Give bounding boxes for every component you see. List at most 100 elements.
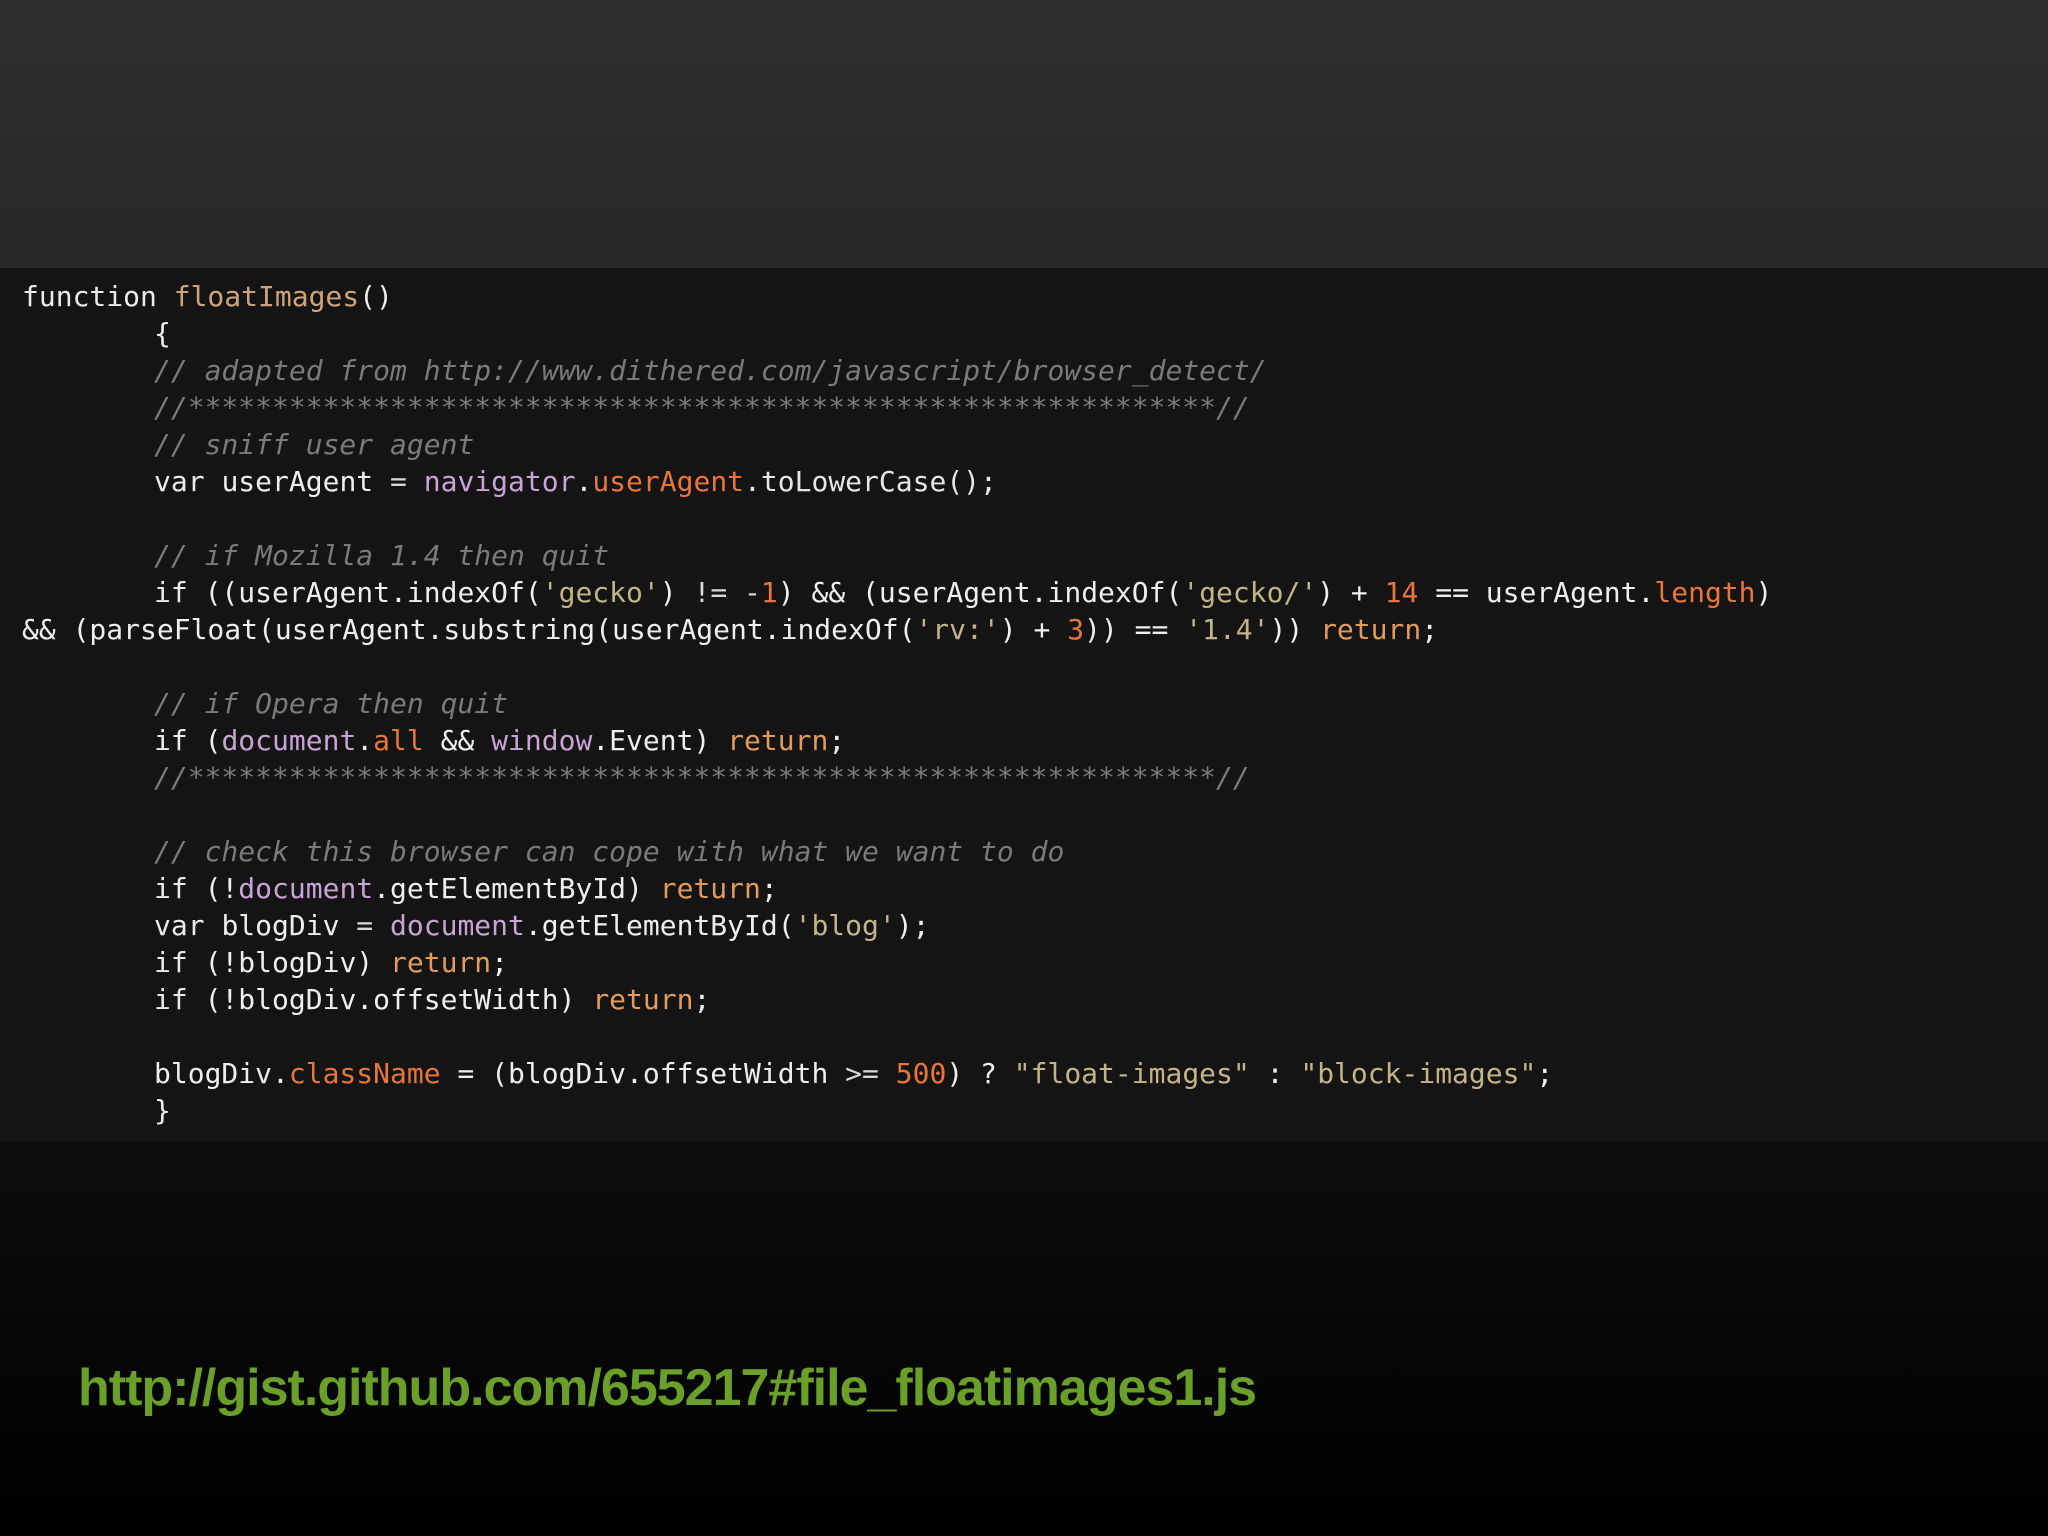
code-token: ; [1421, 613, 1439, 646]
code-token: 'gecko' [541, 576, 660, 609]
code-line-content: //**************************************… [154, 389, 1250, 426]
code-token: .Event) [592, 724, 728, 757]
code-line-content: // sniff user agent [154, 426, 474, 463]
code-token: 14 [1384, 576, 1419, 609]
code-token: 'rv:' [915, 613, 1000, 646]
code-token: userAgent [592, 465, 745, 498]
code-line: //**************************************… [0, 389, 2048, 426]
code-line-content: function floatImages() [22, 278, 393, 315]
code-token: var [154, 465, 222, 498]
code-token: "float-images" [1013, 1057, 1250, 1090]
code-line: //**************************************… [0, 759, 2048, 796]
code-line-content: } [154, 1092, 171, 1129]
code-line-content: if (!blogDiv.offsetWidth) return; [154, 981, 710, 1018]
code-line: // adapted from http://www.dithered.com/… [0, 352, 2048, 389]
code-token: . [356, 724, 374, 757]
code-token: ) [659, 576, 694, 609]
code-token: (!blogDiv) [204, 946, 391, 979]
code-line-content: var blogDiv = document.getElementById('b… [154, 907, 929, 944]
code-token: != - [693, 576, 761, 609]
code-line-content: var userAgent = navigator.userAgent.toLo… [154, 463, 997, 500]
code-token: var [154, 909, 222, 942]
code-line: // sniff user agent [0, 426, 2048, 463]
code-token: : [1249, 1057, 1301, 1090]
code-token: } [154, 1094, 171, 1127]
code-token: ) [1755, 576, 1773, 609]
code-token: 1 [760, 576, 778, 609]
code-line-content: if (document.all && window.Event) return… [154, 722, 845, 759]
code-token: return [592, 983, 694, 1016]
code-token: // sniff user agent [154, 428, 475, 461]
code-line: if ((userAgent.indexOf('gecko') != -1) &… [0, 574, 2048, 611]
code-token: 'blog' [794, 909, 896, 942]
code-token: '1.4' [1185, 613, 1270, 646]
code-token: all [373, 724, 424, 757]
code-token: document [390, 909, 525, 942]
code-token: ) ? [946, 1057, 1014, 1090]
code-token: ( [204, 724, 222, 757]
code-token: && [423, 724, 492, 757]
code-token: document [221, 724, 357, 757]
code-token: (!blogDiv.offsetWidth) [204, 983, 593, 1016]
code-token: ; [693, 983, 711, 1016]
code-token: // check this browser can cope with what… [154, 835, 1065, 868]
code-token: ) + [999, 613, 1068, 646]
code-token: function [22, 280, 174, 313]
code-line-content: if (!blogDiv) return; [154, 944, 508, 981]
code-token: "block-images" [1300, 1057, 1537, 1090]
code-token: 500 [895, 1057, 947, 1090]
code-line: // if Opera then quit [0, 685, 2048, 722]
code-token: )) == [1084, 613, 1186, 646]
code-token: navigator [423, 465, 576, 498]
code-token: = (blogDiv.offsetWidth [440, 1057, 846, 1090]
code-token: == userAgent. [1418, 576, 1655, 609]
code-line: var blogDiv = document.getElementById('b… [0, 907, 2048, 944]
code-line-content: if ((userAgent.indexOf('gecko') != -1) &… [154, 574, 1772, 611]
code-line: if (!blogDiv.offsetWidth) return; [0, 981, 2048, 1018]
code-token: document [238, 872, 374, 905]
code-line: blogDiv.className = (blogDiv.offsetWidth… [0, 1055, 2048, 1092]
code-token: ((userAgent.indexOf( [204, 576, 542, 609]
code-token: . [575, 465, 593, 498]
gist-link[interactable]: http://gist.github.com/655217#file_float… [78, 1358, 1257, 1418]
code-token: return [659, 872, 761, 905]
code-token: return [1320, 613, 1422, 646]
code-token: return [390, 946, 492, 979]
code-token: ; [1536, 1057, 1554, 1090]
code-token: if [154, 983, 205, 1016]
code-token: )) [1269, 613, 1321, 646]
code-token: //**************************************… [154, 761, 1250, 794]
code-line-content: blogDiv.className = (blogDiv.offsetWidth… [154, 1055, 1553, 1092]
code-line: function floatImages() [0, 278, 2048, 315]
code-token: ; [760, 872, 778, 905]
code-token: userAgent [221, 465, 391, 498]
code-token: ; [491, 946, 509, 979]
code-token: if [154, 724, 205, 757]
code-line: // check this browser can cope with what… [0, 833, 2048, 870]
code-line-content: if (!document.getElementById) return; [154, 870, 778, 907]
code-line-content: && (parseFloat(userAgent.substring(userA… [22, 611, 1438, 648]
code-token: //**************************************… [154, 391, 1250, 424]
code-token: return [727, 724, 829, 757]
code-token: blogDiv. [154, 1057, 289, 1090]
code-token: length [1654, 576, 1756, 609]
code-token: className [288, 1057, 441, 1090]
code-token: // adapted from http://www.dithered.com/… [154, 354, 1267, 387]
code-token: blogDiv [221, 909, 357, 942]
code-token: if [154, 872, 205, 905]
code-token: && (parseFloat(userAgent.substring(userA… [22, 613, 916, 646]
code-token: // if Mozilla 1.4 then quit [154, 539, 610, 572]
code-line: var userAgent = navigator.userAgent.toLo… [0, 463, 2048, 500]
code-line-content: //**************************************… [154, 759, 1250, 796]
code-token: window [491, 724, 593, 757]
code-block: function floatImages(){// adapted from h… [0, 268, 2048, 1142]
code-token: = [390, 465, 424, 498]
code-token: = [356, 909, 391, 942]
code-token: 'gecko/' [1182, 576, 1318, 609]
code-line: } [0, 1092, 2048, 1129]
code-line: { [0, 315, 2048, 352]
code-line: && (parseFloat(userAgent.substring(userA… [0, 611, 2048, 648]
